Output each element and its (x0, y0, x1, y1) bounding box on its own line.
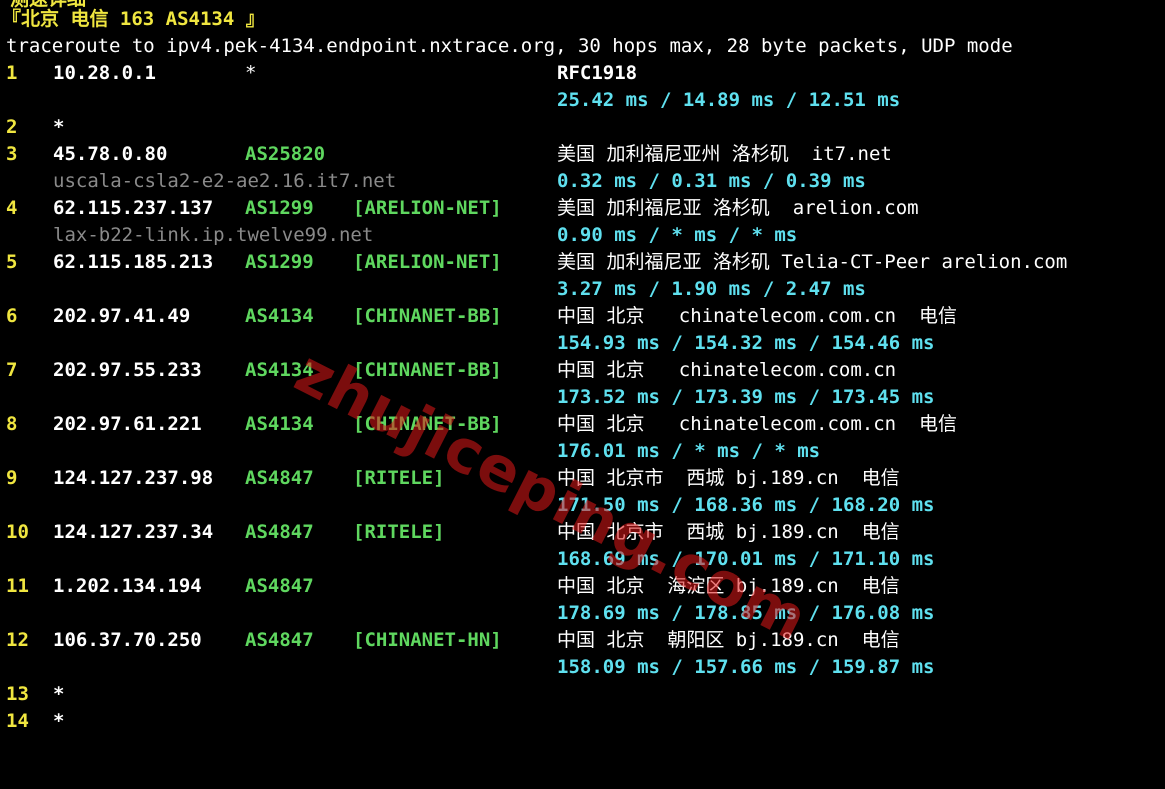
hop-row: 7 202.97.55.233 AS4134 [CHINANET-BB] 中国 … (0, 357, 1165, 384)
hop-ip: 202.97.41.49 (53, 305, 191, 327)
hop-rtt: 173.52 ms / 173.39 ms / 173.45 ms (557, 386, 935, 408)
hop-ip: 45.78.0.80 (53, 143, 168, 165)
hop-rtt: 0.32 ms / 0.31 ms / 0.39 ms (557, 170, 866, 192)
hop-geo: 美国 加利福尼亚 洛杉矶 Telia-CT-Peer arelion.com (557, 251, 1068, 273)
hop-rtt-row: 3.27 ms / 1.90 ms / 2.47 ms (0, 276, 1165, 303)
hop-row: 13 * (0, 681, 1165, 708)
hop-rtt: 176.01 ms / * ms / * ms (557, 440, 821, 462)
hop-asn: AS4847 (245, 629, 314, 651)
hop-row: 2 * (0, 114, 1165, 141)
hop-row: 4 62.115.237.137 AS1299 [ARELION-NET] 美国… (0, 195, 1165, 222)
hop-number: 6 (6, 305, 18, 327)
hop-rtt-row: 176.01 ms / * ms / * ms (0, 438, 1165, 465)
hop-row: 8 202.97.61.221 AS4134 [CHINANET-BB] 中国 … (0, 411, 1165, 438)
hop-hostname: uscala-csla2-e2-ae2.16.it7.net (53, 170, 397, 192)
hop-number: 3 (6, 143, 18, 165)
title-line: 『北京 电信 163 AS4134 』 (0, 6, 1165, 33)
hop-geo: 中国 北京 chinatelecom.com.cn 电信 (557, 413, 957, 435)
hop-asn: AS1299 (245, 251, 314, 273)
hop-number: 5 (6, 251, 18, 273)
hop-row: 5 62.115.185.213 AS1299 [ARELION-NET] 美国… (0, 249, 1165, 276)
hop-row: 1 10.28.0.1 * RFC1918 (0, 60, 1165, 87)
hop-ip: 106.37.70.250 (53, 629, 202, 651)
hop-asn: AS25820 (245, 143, 326, 165)
hop-ip: 10.28.0.1 (53, 62, 156, 84)
traceroute-command: traceroute to ipv4.pek-4134.endpoint.nxt… (6, 35, 1013, 57)
hop-number: 7 (6, 359, 18, 381)
hop-ip: 62.115.185.213 (53, 251, 214, 273)
traceroute-header: traceroute to ipv4.pek-4134.endpoint.nxt… (0, 33, 1165, 60)
hop-ip: 124.127.237.98 (53, 467, 214, 489)
hop-number: 14 (6, 710, 29, 732)
hop-ip: 62.115.237.137 (53, 197, 214, 219)
hop-row: 3 45.78.0.80 AS25820 美国 加利福尼亚州 洛杉矶 it7.n… (0, 141, 1165, 168)
hop-ip: * (53, 683, 65, 705)
hop-rtt-row: 178.69 ms / 178.85 ms / 176.08 ms (0, 600, 1165, 627)
hop-rtt-row: 158.09 ms / 157.66 ms / 159.87 ms (0, 654, 1165, 681)
hop-number: 10 (6, 521, 29, 543)
test-title: 『北京 电信 163 AS4134 』 (2, 8, 265, 30)
hop-rtt-row: 25.42 ms / 14.89 ms / 12.51 ms (0, 87, 1165, 114)
hop-number: 13 (6, 683, 29, 705)
hop-hostname: lax-b22-link.ip.twelve99.net (53, 224, 374, 246)
hop-rtt: 158.09 ms / 157.66 ms / 159.87 ms (557, 656, 935, 678)
hop-rtt-row: 154.93 ms / 154.32 ms / 154.46 ms (0, 330, 1165, 357)
hop-ip: 124.127.237.34 (53, 521, 214, 543)
hop-asn: AS4134 (245, 305, 314, 327)
hop-geo: RFC1918 (557, 62, 638, 84)
hop-ip: 202.97.61.221 (53, 413, 202, 435)
hop-asn: AS4847 (245, 575, 314, 597)
hop-number: 12 (6, 629, 29, 651)
hop-rtt: 25.42 ms / 14.89 ms / 12.51 ms (557, 89, 901, 111)
hop-asn: AS4134 (245, 413, 314, 435)
hop-asn: AS4847 (245, 467, 314, 489)
hop-netname: [ARELION-NET] (353, 251, 502, 273)
hop-row: 6 202.97.41.49 AS4134 [CHINANET-BB] 中国 北… (0, 303, 1165, 330)
hop-asn: * (245, 62, 257, 84)
hop-asn: AS1299 (245, 197, 314, 219)
hop-geo: 中国 北京 chinatelecom.com.cn 电信 (557, 305, 957, 327)
hop-geo: 美国 加利福尼亚州 洛杉矶 it7.net (557, 143, 892, 165)
hop-number: 4 (6, 197, 18, 219)
hop-netname: [ARELION-NET] (353, 197, 502, 219)
hop-ip: 202.97.55.233 (53, 359, 202, 381)
hop-rtt: 3.27 ms / 1.90 ms / 2.47 ms (557, 278, 866, 300)
hop-ip: * (53, 710, 65, 732)
hop-geo: 中国 北京 chinatelecom.com.cn (557, 359, 897, 381)
hop-rtt-row: uscala-csla2-e2-ae2.16.it7.net 0.32 ms /… (0, 168, 1165, 195)
hop-row: 14 * (0, 708, 1165, 735)
hop-netname: [CHINANET-HN] (353, 629, 502, 651)
hop-number: 1 (6, 62, 18, 84)
hop-asn: AS4847 (245, 521, 314, 543)
hop-geo: 美国 加利福尼亚 洛杉矶 arelion.com (557, 197, 919, 219)
hop-rtt-row: lax-b22-link.ip.twelve99.net 0.90 ms / *… (0, 222, 1165, 249)
hop-ip: * (53, 116, 65, 138)
hop-number: 8 (6, 413, 18, 435)
hop-netname: [RITELE] (353, 521, 445, 543)
hop-geo: 中国 北京 朝阳区 bj.189.cn 电信 (557, 629, 900, 651)
hop-rtt-row: 173.52 ms / 173.39 ms / 173.45 ms (0, 384, 1165, 411)
hop-rtt: 154.93 ms / 154.32 ms / 154.46 ms (557, 332, 935, 354)
hop-netname: [CHINANET-BB] (353, 305, 502, 327)
hop-number: 9 (6, 467, 18, 489)
hop-number: 11 (6, 575, 29, 597)
hop-rtt: 0.90 ms / * ms / * ms (557, 224, 798, 246)
hop-number: 2 (6, 116, 18, 138)
hop-row: 12 106.37.70.250 AS4847 [CHINANET-HN] 中国… (0, 627, 1165, 654)
hop-row: 11 1.202.134.194 AS4847 中国 北京 海淀区 bj.189… (0, 573, 1165, 600)
hop-ip: 1.202.134.194 (53, 575, 202, 597)
